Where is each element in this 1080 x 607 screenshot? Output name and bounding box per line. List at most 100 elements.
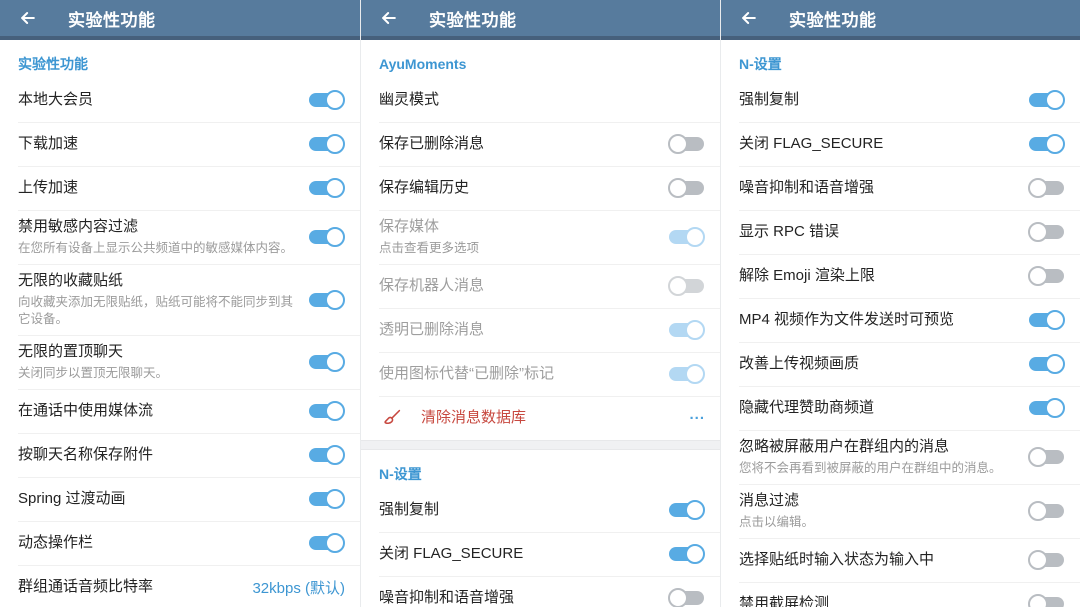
toggle-switch-on[interactable]	[1028, 134, 1065, 154]
toggle-knob	[1028, 550, 1048, 570]
toggle-switch-off[interactable]	[668, 588, 705, 607]
settings-row[interactable]: 选择贴纸时输入状态为输入中	[721, 538, 1080, 582]
toggle-switch-on[interactable]	[308, 290, 345, 310]
settings-row[interactable]: 显示 RPC 错误	[721, 210, 1080, 254]
row-texts: 无限的收藏贴纸向收藏夹添加无限贴纸，贴纸可能将不能同步到其它设备。	[18, 264, 308, 335]
toggle-switch-on[interactable]	[668, 364, 705, 384]
toggle-switch-off[interactable]	[1028, 222, 1065, 242]
toggle-knob	[1028, 447, 1048, 467]
settings-row[interactable]: 关闭 FLAG_SECURE	[721, 122, 1080, 166]
toggle-switch-on[interactable]	[308, 227, 345, 247]
toggle-switch-on[interactable]	[1028, 354, 1065, 374]
settings-row[interactable]: 上传加速	[0, 166, 360, 210]
row-title: 关闭 FLAG_SECURE	[379, 544, 658, 564]
settings-row[interactable]: 禁用敏感内容过滤在您所有设备上显示公共频道中的敏感媒体内容。	[0, 210, 360, 264]
section-separator	[361, 440, 720, 450]
toggle-switch-off[interactable]	[1028, 178, 1065, 198]
row-texts: 禁用敏感内容过滤在您所有设备上显示公共频道中的敏感媒体内容。	[18, 210, 308, 264]
row-value[interactable]: 32kbps (默认)	[252, 577, 345, 598]
settings-row[interactable]: 强制复制	[721, 78, 1080, 122]
row-texts: 本地大会员	[18, 83, 308, 117]
back-arrow-icon[interactable]	[16, 6, 40, 30]
toggle-switch-on[interactable]	[308, 134, 345, 154]
settings-row[interactable]: Spring 过渡动画	[0, 477, 360, 521]
toggle-switch-on[interactable]	[1028, 90, 1065, 110]
toggle-switch-on[interactable]	[308, 489, 345, 509]
settings-panel: 实验性功能AyuMoments幽灵模式保存已删除消息保存编辑历史保存媒体点击查看…	[360, 0, 720, 607]
settings-row[interactable]: 消息过滤点击以编辑。	[721, 484, 1080, 538]
settings-row[interactable]: 动态操作栏	[0, 521, 360, 565]
toggle-switch-off[interactable]	[1028, 447, 1065, 467]
settings-row[interactable]: 解除 Emoji 渲染上限	[721, 254, 1080, 298]
settings-row[interactable]: 幽灵模式	[361, 78, 720, 122]
row-title: 选择贴纸时输入状态为输入中	[739, 550, 1018, 570]
toggle-switch-on[interactable]	[1028, 310, 1065, 330]
settings-row[interactable]: 清除消息数据库...	[361, 396, 720, 440]
toggle-switch-on[interactable]	[308, 401, 345, 421]
settings-row[interactable]: 无限的收藏贴纸向收藏夹添加无限贴纸，贴纸可能将不能同步到其它设备。	[0, 264, 360, 335]
row-title: 保存媒体	[379, 217, 658, 237]
row-texts: 保存机器人消息	[379, 269, 668, 303]
row-texts: 关闭 FLAG_SECURE	[379, 537, 668, 571]
toggle-switch-off[interactable]	[668, 178, 705, 198]
row-texts: 保存已删除消息	[379, 127, 668, 161]
toggle-switch-on[interactable]	[308, 178, 345, 198]
toggle-switch-off[interactable]	[668, 276, 705, 296]
settings-row[interactable]: 忽略被屏蔽用户在群组内的消息您将不会再看到被屏蔽的用户在群组中的消息。	[721, 430, 1080, 484]
settings-row[interactable]: 保存编辑历史	[361, 166, 720, 210]
settings-row[interactable]: 隐藏代理赞助商频道	[721, 386, 1080, 430]
experimental-settings-screens: 实验性功能实验性功能本地大会员下载加速上传加速禁用敏感内容过滤在您所有设备上显示…	[0, 0, 1080, 607]
row-subtitle: 点击以编辑。	[739, 514, 1018, 531]
row-texts: MP4 视频作为文件发送时可预览	[739, 303, 1028, 337]
settings-row[interactable]: 改善上传视频画质	[721, 342, 1080, 386]
settings-row[interactable]: 关闭 FLAG_SECURE	[361, 532, 720, 576]
settings-row[interactable]: 禁用截屏检测	[721, 582, 1080, 607]
back-arrow-icon[interactable]	[377, 6, 401, 30]
row-texts: 上传加速	[18, 171, 308, 205]
toggle-switch-on[interactable]	[308, 90, 345, 110]
toggle-switch-on[interactable]	[668, 500, 705, 520]
settings-row[interactable]: 群组通话音频比特率32kbps (默认)	[0, 565, 360, 607]
toggle-switch-on[interactable]	[308, 445, 345, 465]
settings-row[interactable]: 无限的置顶聊天关闭同步以置顶无限聊天。	[0, 335, 360, 389]
settings-row[interactable]: 按聊天名称保存附件	[0, 433, 360, 477]
toggle-knob	[1045, 354, 1065, 374]
toggle-switch-off[interactable]	[668, 134, 705, 154]
toggle-switch-on[interactable]	[668, 227, 705, 247]
toggle-switch-on[interactable]	[308, 533, 345, 553]
toggle-switch-on[interactable]	[668, 544, 705, 564]
toggle-switch-off[interactable]	[1028, 550, 1065, 570]
toggle-switch-off[interactable]	[1028, 266, 1065, 286]
settings-row[interactable]: 强制复制	[361, 488, 720, 532]
settings-panel: 实验性功能实验性功能本地大会员下载加速上传加速禁用敏感内容过滤在您所有设备上显示…	[0, 0, 360, 607]
toggle-knob	[325, 290, 345, 310]
row-title: 忽略被屏蔽用户在群组内的消息	[739, 437, 1018, 457]
settings-row[interactable]: 使用图标代替“已删除”标记	[361, 352, 720, 396]
toggle-knob	[325, 227, 345, 247]
toggle-switch-off[interactable]	[1028, 501, 1065, 521]
settings-row[interactable]: 在通话中使用媒体流	[0, 389, 360, 433]
broom-icon	[379, 406, 403, 430]
toggle-knob	[685, 320, 705, 340]
settings-row[interactable]: 下载加速	[0, 122, 360, 166]
settings-row[interactable]: 噪音抑制和语音增强	[361, 576, 720, 607]
settings-row[interactable]: MP4 视频作为文件发送时可预览	[721, 298, 1080, 342]
toggle-switch-on[interactable]	[308, 352, 345, 372]
settings-row[interactable]: 保存已删除消息	[361, 122, 720, 166]
settings-row[interactable]: 噪音抑制和语音增强	[721, 166, 1080, 210]
toggle-switch-on[interactable]	[1028, 398, 1065, 418]
toggle-switch-off[interactable]	[1028, 594, 1065, 607]
row-title: 本地大会员	[18, 90, 298, 110]
settings-row[interactable]: 透明已删除消息	[361, 308, 720, 352]
row-title: 强制复制	[379, 500, 658, 520]
row-title: 改善上传视频画质	[739, 354, 1018, 374]
toggle-switch-on[interactable]	[668, 320, 705, 340]
toggle-knob	[325, 352, 345, 372]
settings-row[interactable]: 保存媒体点击查看更多选项	[361, 210, 720, 264]
back-arrow-icon[interactable]	[737, 6, 761, 30]
settings-row[interactable]: 本地大会员	[0, 78, 360, 122]
toggle-knob	[685, 227, 705, 247]
toggle-knob	[1045, 310, 1065, 330]
row-texts: 噪音抑制和语音增强	[739, 171, 1028, 205]
settings-row[interactable]: 保存机器人消息	[361, 264, 720, 308]
